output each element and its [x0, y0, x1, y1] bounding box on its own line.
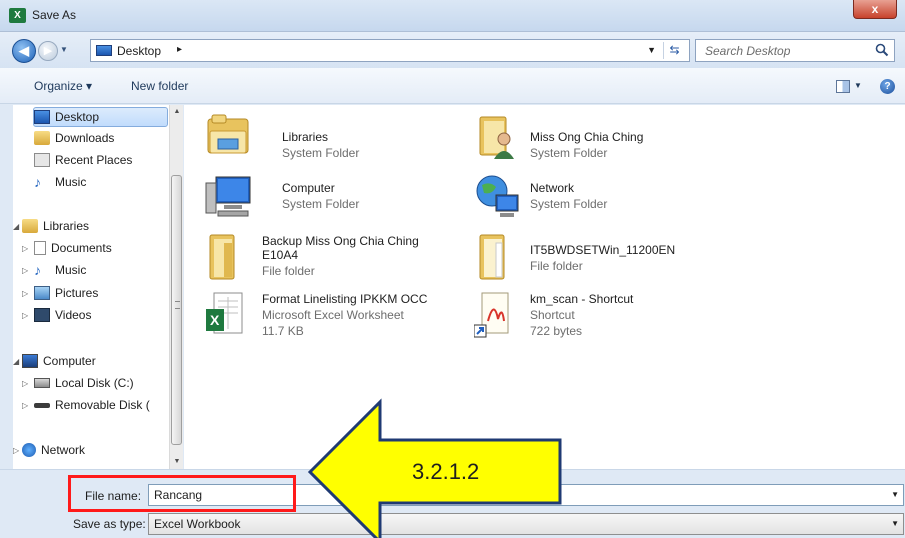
- annotation-arrow: [307, 398, 562, 538]
- step-label: 3.2.1.2: [412, 459, 480, 484]
